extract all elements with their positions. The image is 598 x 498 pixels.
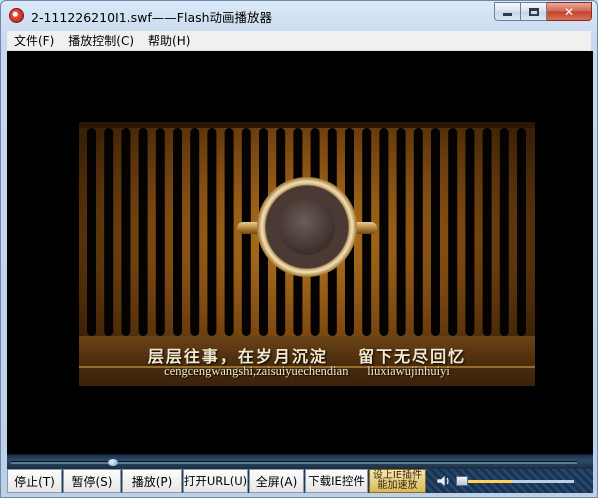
lattice-slot xyxy=(87,128,96,336)
play-button[interactable]: 播放(P) xyxy=(122,469,182,493)
volume-slider[interactable] xyxy=(456,469,581,493)
close-button[interactable]: ✕ xyxy=(547,2,592,21)
fullscreen-button[interactable]: 全屏(A) xyxy=(249,469,304,493)
menu-help[interactable]: 帮助(H) xyxy=(141,32,197,49)
lattice-slot xyxy=(482,128,492,336)
window-title: 2-111226210I1.swf——Flash动画播放器 xyxy=(31,10,273,25)
flash-player-area[interactable]: 层层往事，在岁月沉淀 留下无尽回忆 cengcengwangshi,zaisui… xyxy=(7,51,593,454)
maximize-icon xyxy=(528,7,539,16)
download-ie-control-button[interactable]: 下载IE控件 xyxy=(305,469,368,493)
lattice-slot xyxy=(465,128,475,336)
lattice-slot xyxy=(499,128,509,336)
ie-plugin-ad-button[interactable]: 设上IE插件 能加速放 xyxy=(369,469,426,493)
maximize-button[interactable] xyxy=(521,2,547,21)
seek-track[interactable] xyxy=(11,461,577,464)
menu-playback-control[interactable]: 播放控制(C) xyxy=(61,32,141,49)
control-bar: 停止(T) 暂停(S) 播放(P) 打开URL(U) 全屏(A) 下载IE控件 … xyxy=(7,469,593,493)
menu-file[interactable]: 文件(F) xyxy=(7,32,61,49)
round-medallion xyxy=(257,177,357,277)
flash-player-icon xyxy=(9,8,24,23)
close-icon: ✕ xyxy=(563,4,575,19)
lattice-slot xyxy=(121,128,131,336)
lattice-slot xyxy=(190,128,200,336)
lattice-slot xyxy=(138,128,148,336)
subtitle-pinyin: cengcengwangshi,zaisuiyuechendian liuxia… xyxy=(164,364,450,378)
menu-bar: 文件(F) 播放控制(C) 帮助(H) xyxy=(7,31,591,51)
medallion-center xyxy=(279,199,335,255)
minimize-icon xyxy=(503,13,512,16)
title-bar[interactable]: 2-111226210I1.swf——Flash动画播放器 ✕ xyxy=(1,1,597,31)
lattice-slot xyxy=(173,128,182,336)
pause-button[interactable]: 暂停(S) xyxy=(63,469,121,493)
lattice-slot xyxy=(379,128,389,336)
seek-bar[interactable] xyxy=(7,454,593,469)
caption-buttons: ✕ xyxy=(494,2,592,21)
lattice-slot xyxy=(431,128,440,336)
lattice-slot xyxy=(413,128,423,336)
minimize-button[interactable] xyxy=(494,2,521,21)
lattice-slot xyxy=(448,128,458,336)
lattice-slot xyxy=(155,128,165,336)
app-window: 2-111226210I1.swf——Flash动画播放器 ✕ 文件(F) 播放… xyxy=(0,0,598,498)
lattice-slot xyxy=(104,128,114,336)
lattice-slot xyxy=(396,128,406,336)
stop-button[interactable]: 停止(T) xyxy=(7,469,62,493)
lattice-slot xyxy=(224,128,234,336)
lattice-slot xyxy=(207,128,217,336)
volume-thumb[interactable] xyxy=(456,476,468,486)
open-url-button[interactable]: 打开URL(U) xyxy=(183,469,248,493)
speaker-icon[interactable] xyxy=(432,469,456,493)
volume-fill xyxy=(462,480,513,483)
lattice-slot xyxy=(517,128,526,336)
flash-stage[interactable]: 层层往事，在岁月沉淀 留下无尽回忆 cengcengwangshi,zaisui… xyxy=(79,122,535,386)
seek-thumb[interactable] xyxy=(107,459,118,466)
